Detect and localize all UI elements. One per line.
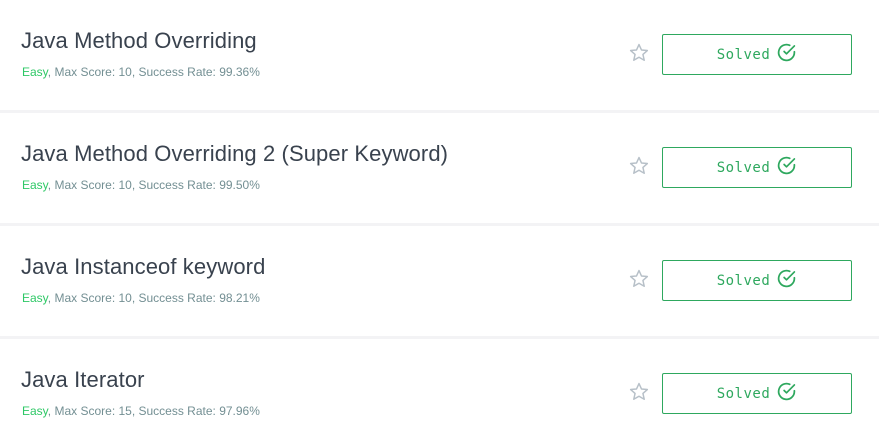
challenge-card[interactable]: Java Iterator Easy, Max Score: 15, Succe… <box>0 339 879 437</box>
difficulty-label: Easy <box>22 291 48 305</box>
challenge-title[interactable]: Java Method Overriding <box>21 28 257 54</box>
check-circle-icon <box>776 42 797 67</box>
challenge-meta: Easy, Max Score: 15, Success Rate: 97.96… <box>22 404 260 418</box>
star-icon[interactable] <box>628 381 650 403</box>
check-circle-icon <box>776 155 797 180</box>
solved-button[interactable]: Solved <box>662 34 852 75</box>
solved-button[interactable]: Solved <box>662 373 852 414</box>
challenge-card[interactable]: Java Method Overriding Easy, Max Score: … <box>0 0 879 110</box>
challenge-list: Java Method Overriding Easy, Max Score: … <box>0 0 879 437</box>
challenge-title[interactable]: Java Iterator <box>21 367 145 393</box>
challenge-meta: Easy, Max Score: 10, Success Rate: 98.21… <box>22 291 260 305</box>
challenge-meta: Easy, Max Score: 10, Success Rate: 99.50… <box>22 178 260 192</box>
difficulty-label: Easy <box>22 404 48 418</box>
star-icon[interactable] <box>628 42 650 64</box>
challenge-title[interactable]: Java Method Overriding 2 (Super Keyword) <box>21 141 448 167</box>
solved-button[interactable]: Solved <box>662 260 852 301</box>
star-icon[interactable] <box>628 268 650 290</box>
challenge-title[interactable]: Java Instanceof keyword <box>21 254 265 280</box>
challenge-stats: , Max Score: 10, Success Rate: 99.50% <box>47 178 260 192</box>
challenge-meta: Easy, Max Score: 10, Success Rate: 99.36… <box>22 65 260 79</box>
solved-label: Solved <box>716 385 771 402</box>
check-circle-icon <box>776 268 797 293</box>
check-circle-icon <box>776 381 797 406</box>
challenge-stats: , Max Score: 10, Success Rate: 98.21% <box>47 291 260 305</box>
star-icon[interactable] <box>628 155 650 177</box>
difficulty-label: Easy <box>22 178 48 192</box>
solved-label: Solved <box>716 46 771 63</box>
solved-label: Solved <box>716 272 771 289</box>
solved-button[interactable]: Solved <box>662 147 852 188</box>
solved-label: Solved <box>716 159 771 176</box>
challenge-card[interactable]: Java Method Overriding 2 (Super Keyword)… <box>0 113 879 223</box>
difficulty-label: Easy <box>22 65 48 79</box>
challenge-stats: , Max Score: 10, Success Rate: 99.36% <box>47 65 260 79</box>
challenge-card[interactable]: Java Instanceof keyword Easy, Max Score:… <box>0 226 879 336</box>
challenge-stats: , Max Score: 15, Success Rate: 97.96% <box>47 404 260 418</box>
